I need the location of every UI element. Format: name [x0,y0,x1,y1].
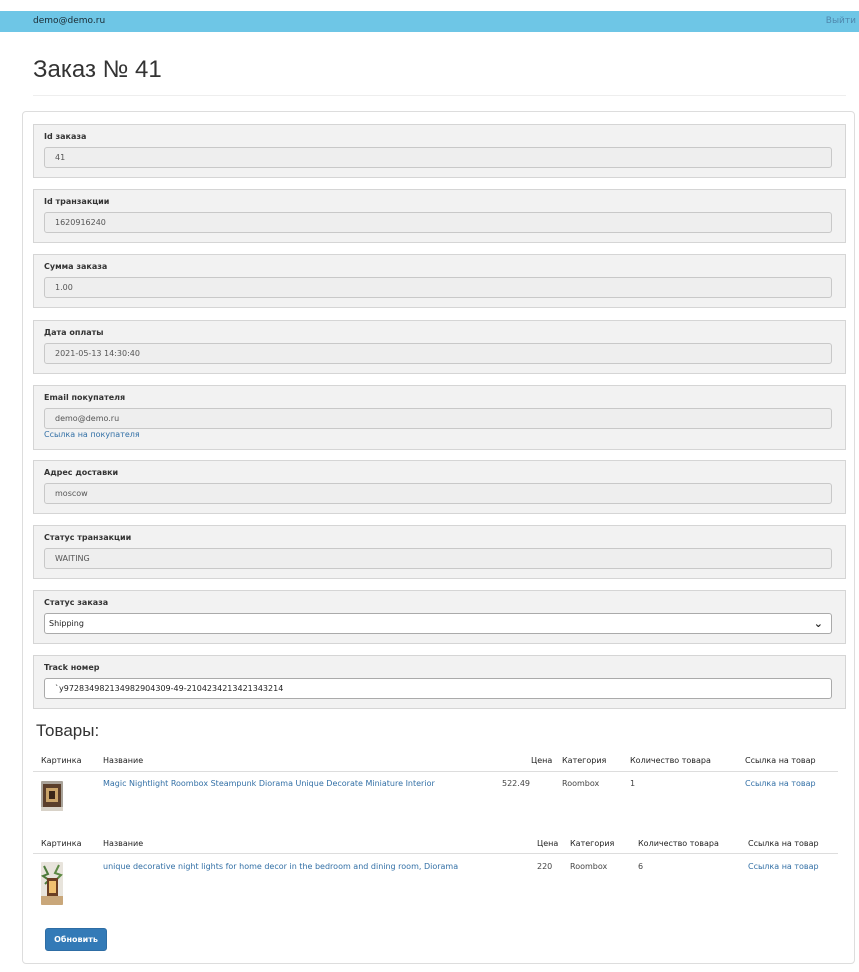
payment-date-group: Дата оплаты 2021-05-13 14:30:40 [33,320,846,374]
col-name-header: Название [103,839,144,848]
transaction-id-field: 1620916240 [44,212,832,233]
transaction-status-label: Статус транзакции [44,533,132,542]
table-header-divider [33,853,838,854]
order-sum-group: Сумма заказа 1.00 [33,254,846,308]
order-id-label: Id заказа [44,132,87,141]
order-status-select[interactable]: Shipping ⌄ [44,613,832,634]
product-qty: 1 [630,779,636,788]
track-number-label: Track номер [44,663,100,672]
product-category: Roombox [570,862,608,871]
top-bar: demo@demo.ru Выйти [0,11,859,32]
product-price: 522.49 [502,779,530,788]
transaction-id-group: Id транзакции 1620916240 [33,189,846,243]
product-name[interactable]: unique decorative night lights for home … [103,862,458,871]
page-title: Заказ № 41 [33,56,162,83]
transaction-id-label: Id транзакции [44,197,110,206]
col-qty-header: Количество товара [630,756,711,765]
goods-title: Товары: [36,721,100,740]
title-divider [33,95,846,96]
col-qty-header: Количество товара [638,839,719,848]
product-link[interactable]: Ссылка на товар [748,862,819,871]
col-name-header: Название [103,756,144,765]
product-category: Roombox [562,779,600,788]
col-image-header: Картинка [41,756,82,765]
payment-date-field: 2021-05-13 14:30:40 [44,343,832,364]
col-category-header: Категория [570,839,615,848]
order-status-value: Shipping [49,619,84,628]
order-id-field: 41 [44,147,832,168]
delivery-address-field: moscow [44,483,832,504]
payment-date-label: Дата оплаты [44,328,104,337]
product-name[interactable]: Magic Nightlight Roombox Steampunk Diora… [103,779,435,788]
table-header-divider [33,771,838,772]
col-price-header: Цена [537,839,559,848]
product-link[interactable]: Ссылка на товар [745,779,816,788]
product-thumbnail [41,862,63,905]
chevron-down-icon: ⌄ [813,617,823,630]
delivery-address-label: Адрес доставки [44,468,119,477]
col-image-header: Картинка [41,839,82,848]
col-link-header: Ссылка на товар [745,756,816,765]
update-button[interactable]: Обновить [45,928,107,951]
logout-link[interactable]: Выйти [826,16,856,26]
order-sum-label: Сумма заказа [44,262,108,271]
buyer-email-group: Email покупателя demo@demo.ru Ссылка на … [33,385,846,450]
col-category-header: Категория [562,756,607,765]
order-id-group: Id заказа 41 [33,124,846,178]
transaction-status-field: WAITING [44,548,832,569]
product-thumbnail [41,781,63,811]
buyer-link[interactable]: Ссылка на покупателя [44,430,140,439]
track-number-input[interactable]: `y97283498213498290430​9-49-210423421342… [44,678,832,699]
col-link-header: Ссылка на товар [748,839,819,848]
transaction-status-group: Статус транзакции WAITING [33,525,846,579]
order-sum-field: 1.00 [44,277,832,298]
delivery-address-group: Адрес доставки moscow [33,460,846,514]
track-number-group: Track номер `y97283498213498290430​9-49-… [33,655,846,709]
order-status-group: Статус заказа Shipping ⌄ [33,590,846,644]
col-price-header: Цена [531,756,553,765]
order-status-label: Статус заказа [44,598,109,607]
product-qty: 6 [638,862,644,871]
buyer-email-label: Email покупателя [44,393,126,402]
buyer-email-field: demo@demo.ru [44,408,832,429]
product-price: 220 [537,862,553,871]
user-email: demo@demo.ru [33,16,106,26]
